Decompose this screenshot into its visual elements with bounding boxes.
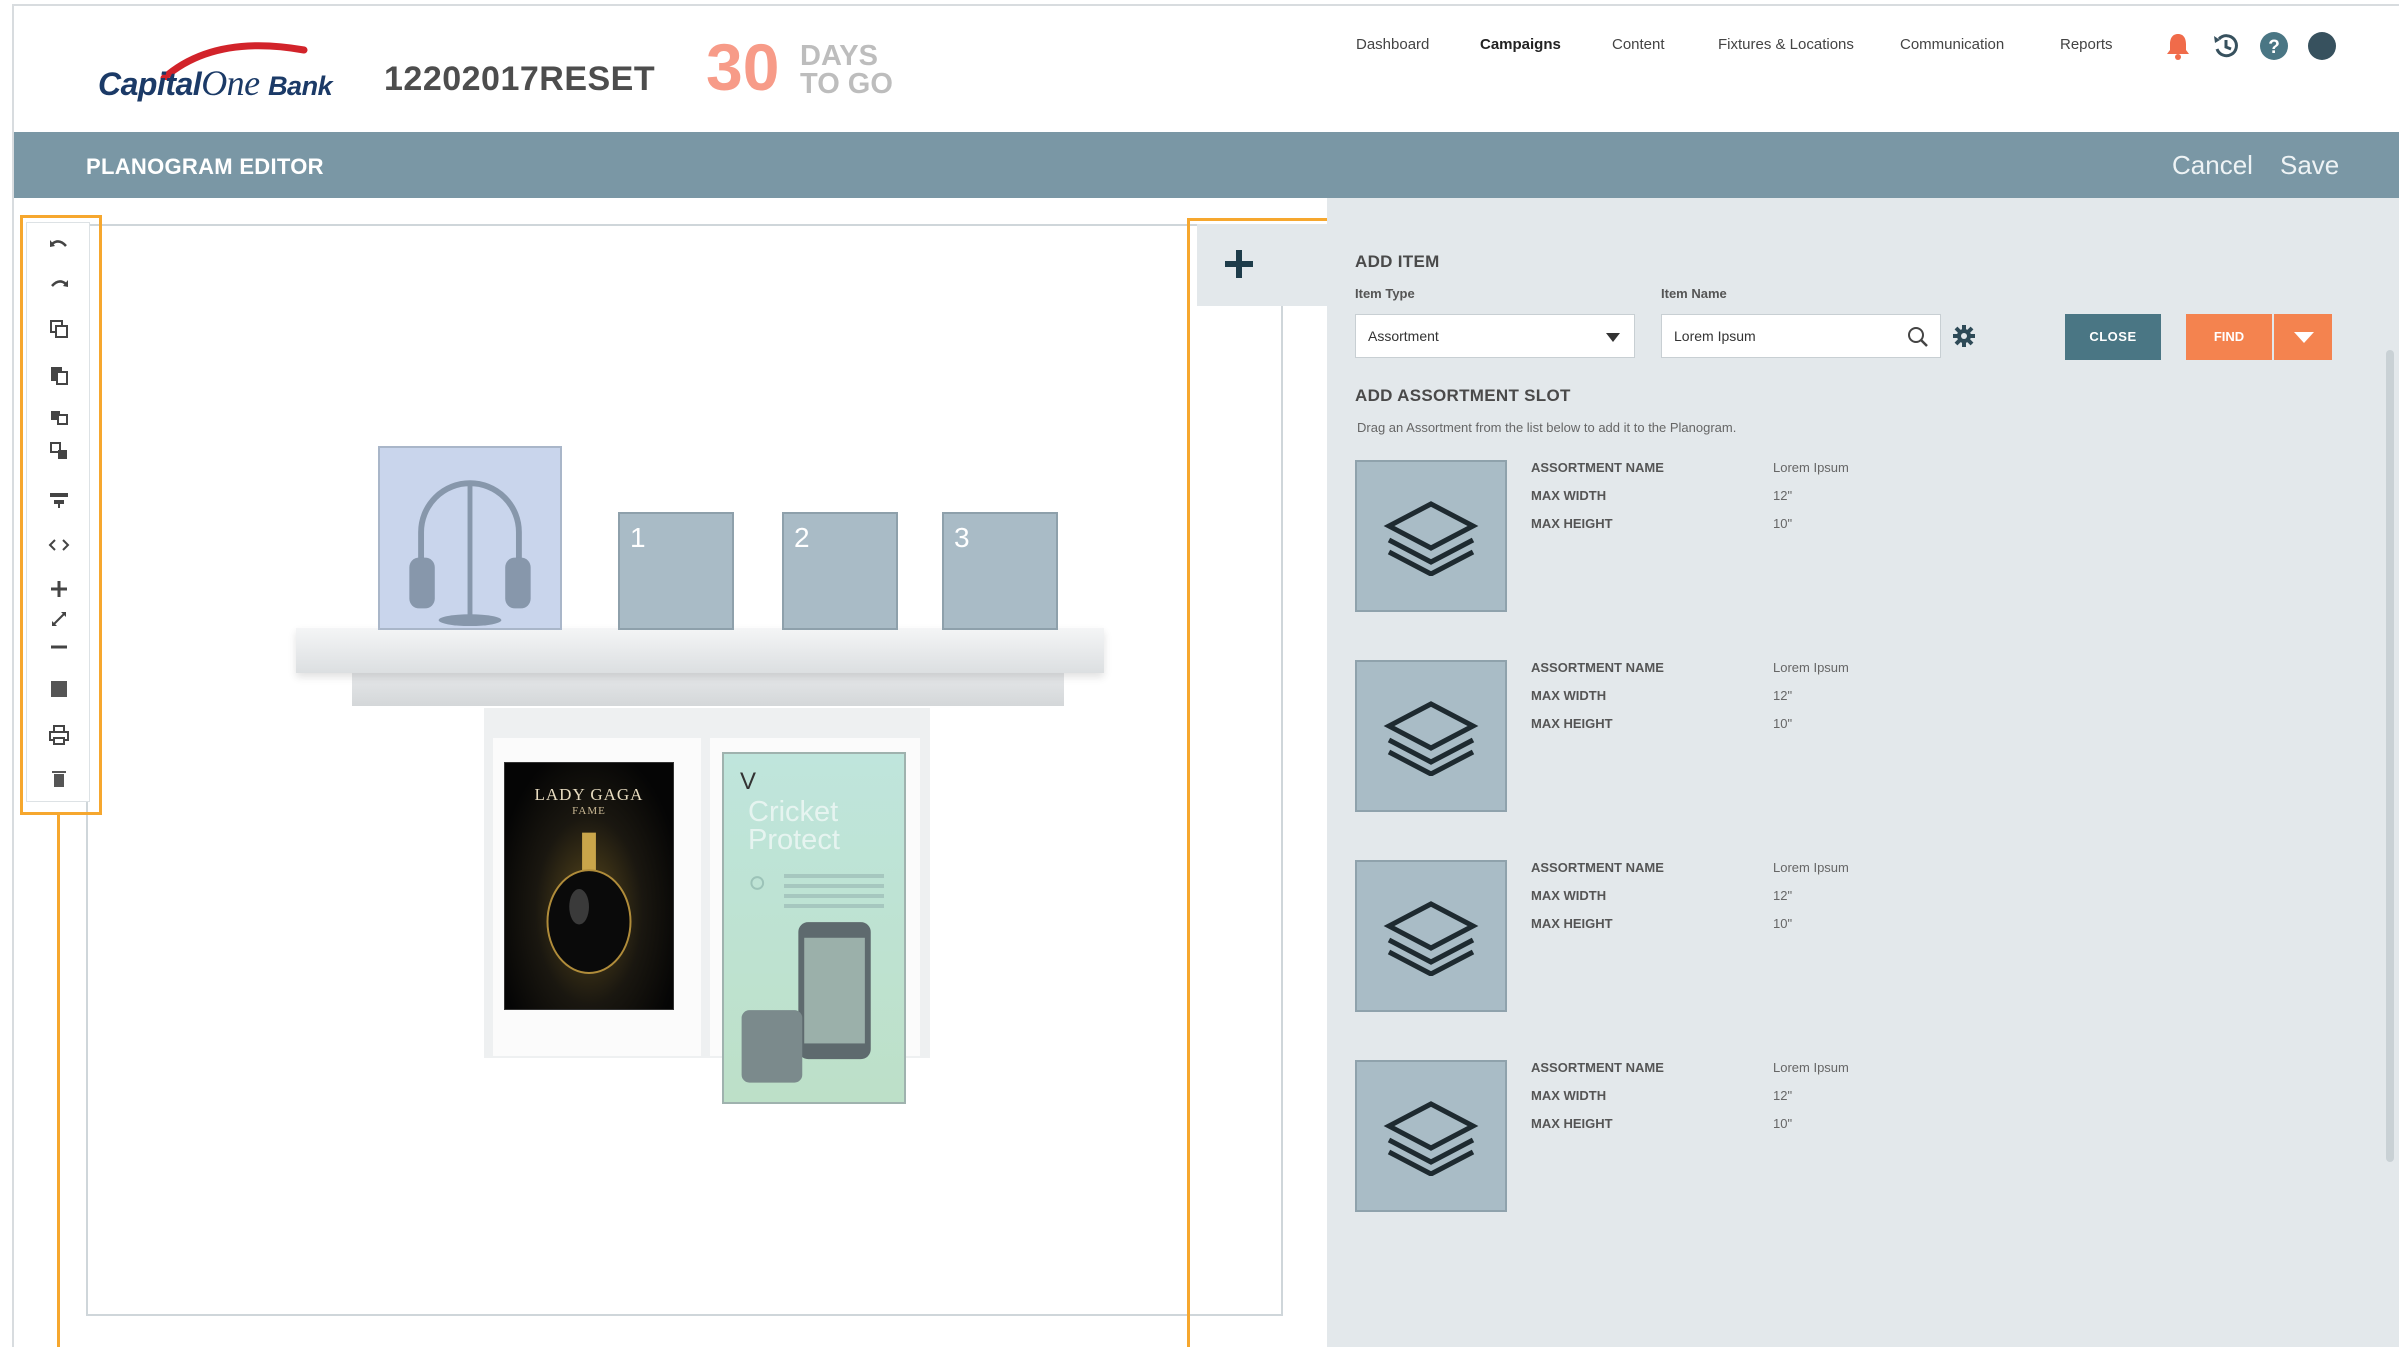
headphone-product[interactable] <box>378 446 562 630</box>
assortment-max-height: 10" <box>1773 1116 1793 1131</box>
item-type-label: Item Type <box>1355 286 1415 301</box>
add-item-heading: ADD ITEM <box>1355 252 1440 271</box>
nav-content[interactable]: Content <box>1612 36 1665 53</box>
add-slot-hint: Drag an Assortment from the list below t… <box>1357 420 1737 435</box>
assortment-thumbnail <box>1355 860 1507 1012</box>
assortment-name: Lorem Ipsum <box>1773 660 1849 675</box>
save-button[interactable]: Save <box>2280 150 2339 181</box>
toolbar-highlight-line <box>57 814 60 1347</box>
assortment-name: Lorem Ipsum <box>1773 860 1849 875</box>
copy-icon[interactable] <box>45 315 73 343</box>
delete-icon[interactable] <box>45 765 73 793</box>
layers-icon <box>1383 1101 1479 1176</box>
code-icon[interactable] <box>45 531 73 559</box>
svg-text:?: ? <box>2268 37 2280 58</box>
help-icon[interactable]: ? <box>2258 30 2290 62</box>
nav-reports[interactable]: Reports <box>2060 36 2113 53</box>
avatar[interactable] <box>2306 30 2338 62</box>
fill-icon[interactable] <box>45 675 73 703</box>
add-slot-heading: ADD ASSORTMENT SLOT <box>1355 386 1571 405</box>
layers-icon <box>1383 701 1479 776</box>
layers-icon <box>1383 901 1479 976</box>
add-item-tab[interactable] <box>1197 224 1327 306</box>
slot-2[interactable]: 2 <box>782 512 898 630</box>
days-label: DAYS TO GO <box>800 40 893 100</box>
assortment-max-width: 12" <box>1773 1088 1793 1103</box>
editor-toolbar <box>26 222 90 802</box>
page-title: PLANOGRAM EDITOR <box>86 154 324 179</box>
duplicate-icon[interactable] <box>45 407 73 435</box>
item-name-search[interactable]: Lorem Ipsum <box>1661 314 1941 358</box>
find-dropdown-button[interactable] <box>2274 314 2332 360</box>
gear-icon[interactable] <box>1952 324 1976 348</box>
headphones-icon <box>409 480 531 627</box>
shelf-underside <box>352 672 1064 706</box>
assortment-max-height: 10" <box>1773 716 1793 731</box>
nav-fixtures-locations[interactable]: Fixtures & Locations <box>1718 36 1854 53</box>
chevron-down-icon <box>1606 333 1620 342</box>
assortment-item[interactable]: ASSORTMENT NAME MAX WIDTH MAX HEIGHT Lor… <box>1355 460 1955 612</box>
close-button[interactable]: CLOSE <box>2065 314 2161 360</box>
assortment-thumbnail <box>1355 1060 1507 1212</box>
expand-icon[interactable] <box>45 605 73 633</box>
cancel-button[interactable]: Cancel <box>2172 150 2253 181</box>
duplicate-2-icon[interactable] <box>45 437 73 465</box>
redo-icon[interactable] <box>45 271 73 299</box>
editor-titlebar: PLANOGRAM EDITOR Cancel Save <box>14 132 2399 198</box>
shelf-top[interactable] <box>296 628 1104 673</box>
panel-highlight-left <box>1187 218 1190 1347</box>
assortment-max-width: 12" <box>1773 688 1793 703</box>
undo-icon[interactable] <box>45 231 73 259</box>
assortment-max-height: 10" <box>1773 916 1793 931</box>
slot-3[interactable]: 3 <box>942 512 1058 630</box>
brand-logo[interactable]: CapitalOne Bank <box>84 40 364 112</box>
phone-icon <box>741 876 871 1083</box>
assortment-thumbnail <box>1355 660 1507 812</box>
nav-communication[interactable]: Communication <box>1900 36 2004 53</box>
assortment-max-width: 12" <box>1773 888 1793 903</box>
zoom-in-icon[interactable] <box>45 575 73 603</box>
paste-icon[interactable] <box>45 361 73 389</box>
bell-icon[interactable] <box>2162 30 2194 62</box>
assortment-item[interactable]: ASSORTMENT NAME MAX WIDTH MAX HEIGHT Lor… <box>1355 860 1955 1012</box>
assortment-item[interactable]: ASSORTMENT NAME MAX WIDTH MAX HEIGHT Lor… <box>1355 1060 1955 1212</box>
assortment-max-height: 10" <box>1773 516 1793 531</box>
layers-icon <box>1383 501 1479 576</box>
zoom-out-icon[interactable] <box>45 633 73 661</box>
nav-dashboard[interactable]: Dashboard <box>1356 36 1429 53</box>
perfume-poster[interactable]: LADY GAGA FAME <box>504 762 674 1010</box>
item-name-label: Item Name <box>1661 286 1727 301</box>
plus-icon[interactable] <box>1221 246 1257 282</box>
assortment-item[interactable]: ASSORTMENT NAME MAX WIDTH MAX HEIGHT Lor… <box>1355 660 1955 812</box>
nav-campaigns[interactable]: Campaigns <box>1480 36 1561 53</box>
campaign-id: 12202017RESET <box>384 60 656 98</box>
search-icon[interactable] <box>1906 325 1930 349</box>
perfume-bottle-icon <box>546 832 632 974</box>
history-icon[interactable] <box>2210 30 2242 62</box>
days-count: 30 <box>706 30 780 104</box>
assortment-thumbnail <box>1355 460 1507 612</box>
find-button[interactable]: FIND <box>2186 314 2272 360</box>
phone-protection-poster[interactable]: V Cricket Protect <box>722 752 906 1104</box>
item-type-select[interactable]: Assortment <box>1355 314 1635 358</box>
panel-scrollbar[interactable] <box>2386 350 2394 1162</box>
print-icon[interactable] <box>45 721 73 749</box>
top-header: CapitalOne Bank 12202017RESET 30 DAYS TO… <box>14 6 2399 130</box>
logo-text: CapitalOne Bank <box>98 63 333 103</box>
assortment-max-width: 12" <box>1773 488 1793 503</box>
slot-1[interactable]: 1 <box>618 512 734 630</box>
chevron-down-icon <box>2294 332 2314 343</box>
assortment-name: Lorem Ipsum <box>1773 1060 1849 1075</box>
assortment-name: Lorem Ipsum <box>1773 460 1849 475</box>
align-icon[interactable] <box>45 485 73 513</box>
